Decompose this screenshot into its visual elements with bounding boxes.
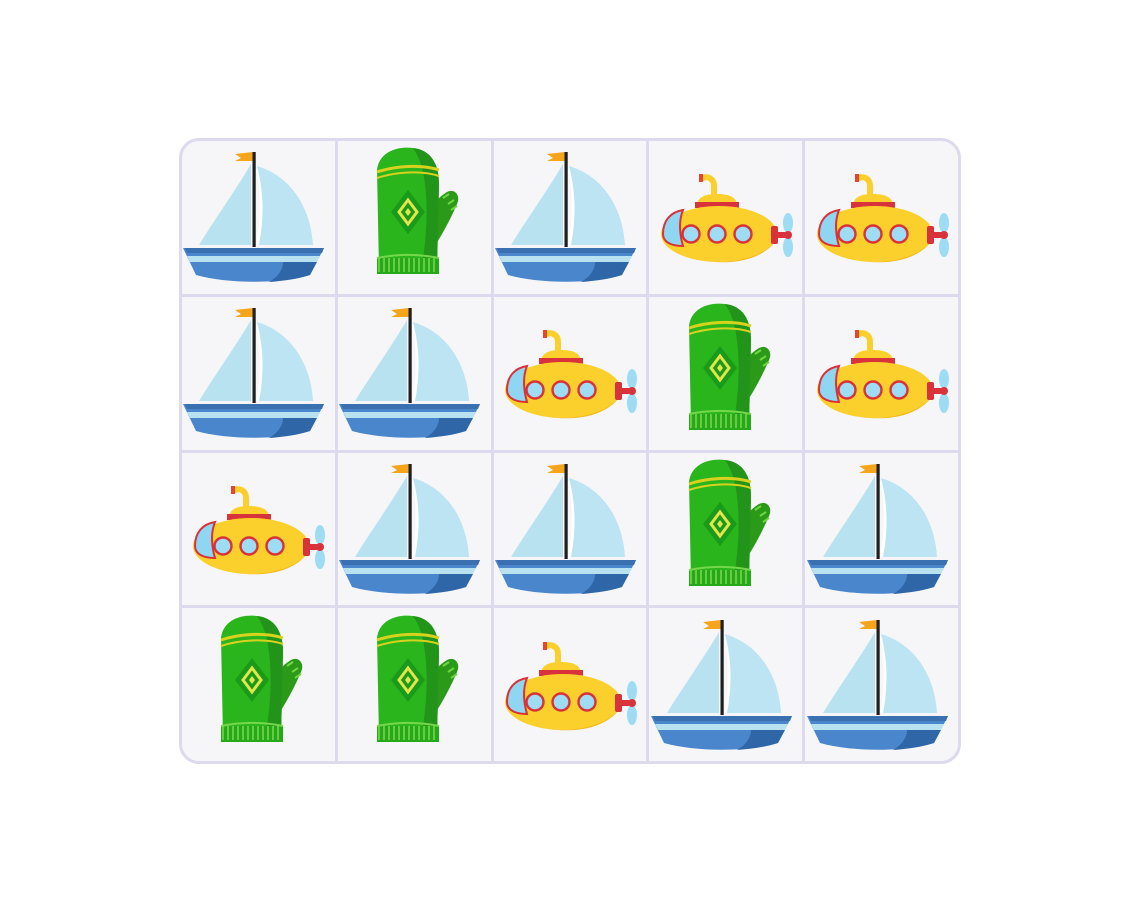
sailboat-icon: [339, 298, 489, 448]
board-tile[interactable]: [182, 452, 335, 606]
board-tile[interactable]: [182, 608, 335, 761]
board-tile[interactable]: [493, 452, 647, 606]
board-tile[interactable]: [649, 452, 803, 606]
board-tile[interactable]: [805, 296, 958, 450]
sailboat-icon: [339, 454, 489, 604]
sailboat-icon: [183, 298, 333, 448]
board-tile[interactable]: [805, 452, 958, 606]
submarine-icon: [495, 298, 645, 448]
game-board: [179, 138, 961, 764]
mitten-icon: [651, 454, 801, 604]
board-tile[interactable]: [337, 141, 491, 294]
sailboat-icon: [807, 610, 957, 760]
sailboat-icon: [495, 142, 645, 292]
board-tile[interactable]: [493, 608, 647, 761]
board-tile[interactable]: [649, 608, 803, 761]
mitten-icon: [183, 610, 333, 760]
mitten-icon: [339, 142, 489, 292]
board-tile[interactable]: [493, 296, 647, 450]
board-tile[interactable]: [805, 141, 958, 294]
sailboat-icon: [183, 142, 333, 292]
board-tile[interactable]: [337, 608, 491, 761]
submarine-icon: [807, 298, 957, 448]
mitten-icon: [651, 298, 801, 448]
board-tile[interactable]: [337, 296, 491, 450]
submarine-icon: [651, 142, 801, 292]
board-tile[interactable]: [182, 296, 335, 450]
sailboat-icon: [495, 454, 645, 604]
sailboat-icon: [807, 454, 957, 604]
board-tile[interactable]: [649, 296, 803, 450]
mitten-icon: [339, 610, 489, 760]
board-tile[interactable]: [337, 452, 491, 606]
board-tile[interactable]: [182, 141, 335, 294]
submarine-icon: [495, 610, 645, 760]
board-tile[interactable]: [649, 141, 803, 294]
board-tile[interactable]: [805, 608, 958, 761]
submarine-icon: [183, 454, 333, 604]
submarine-icon: [807, 142, 957, 292]
board-tile[interactable]: [493, 141, 647, 294]
sailboat-icon: [651, 610, 801, 760]
